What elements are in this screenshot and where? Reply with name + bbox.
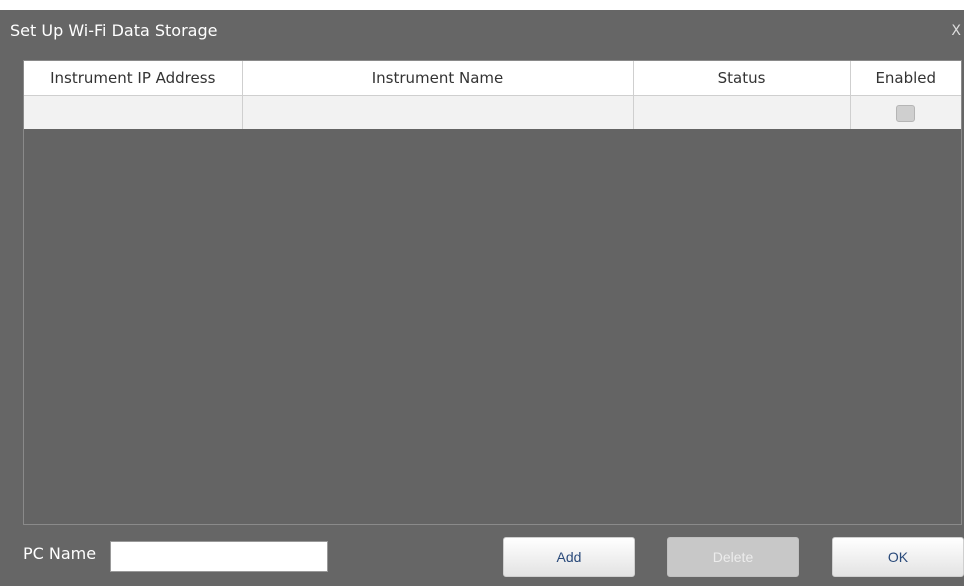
pc-name-label: PC Name bbox=[23, 544, 97, 563]
column-header-ip[interactable]: Instrument IP Address bbox=[24, 61, 243, 96]
column-header-name[interactable]: Instrument Name bbox=[242, 61, 634, 96]
dialog-title: Set Up Wi-Fi Data Storage bbox=[10, 21, 218, 40]
column-header-enabled[interactable]: Enabled bbox=[850, 61, 961, 96]
ok-button[interactable]: OK bbox=[832, 537, 964, 577]
enabled-checkbox[interactable] bbox=[896, 105, 916, 122]
add-button[interactable]: Add bbox=[503, 537, 635, 577]
cell-enabled bbox=[850, 95, 961, 129]
pc-name-input[interactable] bbox=[110, 541, 328, 572]
column-header-status[interactable]: Status bbox=[633, 61, 851, 96]
delete-button[interactable]: Delete bbox=[667, 537, 799, 577]
instrument-table: Instrument IP Address Instrument Name St… bbox=[24, 61, 961, 129]
cell-name[interactable] bbox=[242, 95, 634, 129]
cell-status bbox=[633, 95, 851, 129]
cell-ip[interactable] bbox=[24, 95, 243, 129]
instrument-grid: Instrument IP Address Instrument Name St… bbox=[23, 60, 962, 525]
table-header-row: Instrument IP Address Instrument Name St… bbox=[24, 61, 961, 96]
table-row[interactable] bbox=[24, 95, 961, 129]
close-icon[interactable]: X bbox=[951, 22, 961, 40]
wifi-storage-dialog: Set Up Wi-Fi Data Storage X Instrument I… bbox=[0, 10, 964, 586]
